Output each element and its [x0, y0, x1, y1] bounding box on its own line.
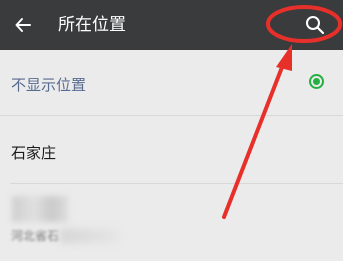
city-label: 石家庄 [11, 144, 57, 162]
page-title: 所在位置 [58, 15, 126, 35]
search-button[interactable] [296, 6, 334, 44]
arrow-left-icon [15, 18, 31, 32]
selected-radio-icon [309, 74, 324, 89]
search-icon [306, 16, 325, 35]
hide-location-label: 不显示位置 [11, 76, 87, 94]
blurred-text-tail [60, 229, 120, 243]
blurred-text-block [12, 196, 68, 222]
blurred-item-label: 河北省石 [11, 229, 60, 243]
radio-dot [313, 78, 320, 85]
list-item-blurred[interactable]: 河北省石 [0, 184, 343, 261]
location-list: 不显示位置 石家庄 河北省石 [0, 50, 343, 261]
list-item-city[interactable]: 石家庄 [0, 116, 343, 184]
top-bar: 所在位置 [0, 0, 343, 50]
back-button[interactable] [0, 0, 46, 50]
list-item-hide-location[interactable]: 不显示位置 [0, 50, 343, 116]
